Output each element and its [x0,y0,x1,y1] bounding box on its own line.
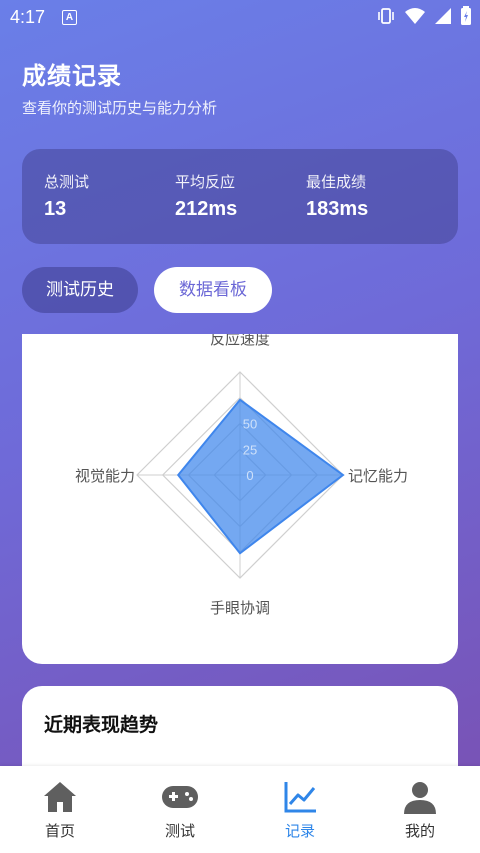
stat-value: 13 [44,198,67,220]
page-title: 成绩记录 [22,62,122,90]
stats-card: 总测试 13 平均反应 212ms 最佳成绩 183ms [22,149,458,244]
nav-profile[interactable]: 我的 [360,766,480,853]
radar-chart: 0 25 50 反应速度记忆能力手眼协调 视觉能力 [75,334,408,617]
bottom-nav: 首页 测试 记录 我的 [0,766,480,853]
tab-dashboard[interactable]: 数据看板 [154,267,272,313]
status-time: 4:17 [10,7,46,27]
nav-records[interactable]: 记录 [240,766,360,853]
vibrate-icon [378,8,394,24]
wifi-icon [405,8,425,24]
stat-avg-reaction: 平均反应 212ms [175,171,237,221]
radar-tick-label: 0 [246,468,253,483]
tab-history[interactable]: 测试历史 [22,267,138,313]
trend-title: 近期表现趋势 [44,714,159,736]
signal-icon [435,8,451,24]
home-icon [44,782,76,812]
stat-value: 212ms [175,198,238,220]
nav-label: 记录 [284,822,315,840]
stat-total-tests: 总测试 13 [44,171,89,221]
stat-value: 183ms [306,198,369,220]
radar-chart-card: 0 25 50 反应速度记忆能力手眼协调 视觉能力 [22,334,458,664]
battery-icon [461,6,471,25]
radar-axis-label: 反应速度 [210,334,270,348]
stat-best-score: 最佳成绩 183ms [306,171,368,221]
gamepad-icon [162,786,198,808]
radar-tick-label: 25 [243,442,257,457]
radar-tick-label: 50 [243,417,257,432]
radar-axis-label: 手眼协调 [210,599,270,617]
chart-line-icon [284,782,316,813]
nav-label: 首页 [44,822,75,840]
nav-test[interactable]: 测试 [120,766,240,853]
page-subtitle: 查看你的测试历史与能力分析 [22,99,218,117]
stat-label: 总测试 [44,173,90,191]
stat-label: 平均反应 [175,173,236,191]
notification-icon: A [62,10,77,25]
radar-axis-label: 视觉能力 [75,467,135,485]
nav-label: 我的 [404,822,435,840]
nav-home[interactable]: 首页 [0,766,120,853]
status-icons [376,6,472,26]
radar-axis-label: 记忆能力 [348,467,408,485]
radar-series-area [176,398,345,555]
user-icon [404,782,436,814]
stat-label: 最佳成绩 [306,173,367,191]
status-bar: 4:17 A [0,0,480,34]
nav-label: 测试 [164,822,195,840]
